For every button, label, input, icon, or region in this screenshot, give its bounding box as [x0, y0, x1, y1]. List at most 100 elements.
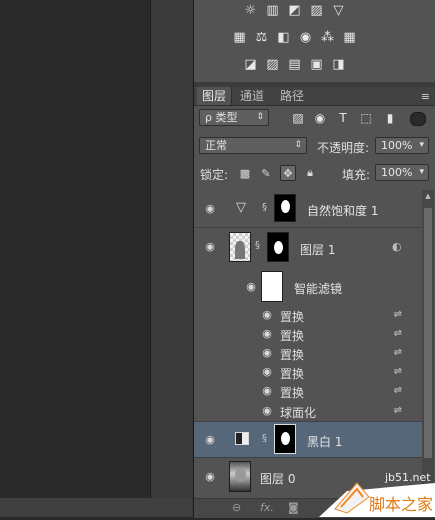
- visibility-eye-icon[interactable]: ◉: [203, 434, 217, 445]
- exposure-icon[interactable]: ▨: [308, 3, 325, 18]
- smart-filter-mask-thumbnail[interactable]: [261, 271, 283, 302]
- opacity-label: 不透明度:: [317, 141, 370, 155]
- filter-row[interactable]: ◉ 球面化 ⇌: [194, 401, 422, 422]
- selective-color-icon[interactable]: ◨: [330, 57, 347, 72]
- layer-mask-thumbnail[interactable]: [274, 194, 296, 222]
- lock-all-icon[interactable]: 🔒︎: [302, 165, 318, 181]
- filter-blending-options-icon[interactable]: ⇌: [394, 347, 402, 358]
- visibility-eye-icon[interactable]: ◉: [260, 347, 274, 358]
- panel-menu-icon[interactable]: ≡: [421, 90, 430, 103]
- opacity-input[interactable]: 100% ▾: [375, 137, 429, 154]
- layer-row-black-white[interactable]: ◉ § 黑白 1: [194, 422, 422, 458]
- visibility-eye-icon[interactable]: ◉: [244, 281, 258, 292]
- visibility-eye-icon[interactable]: ◉: [260, 309, 274, 320]
- blend-bar: 正常 ⇕ 不透明度: 100% ▾: [194, 133, 435, 159]
- vibrance-icon[interactable]: ▽: [330, 3, 347, 18]
- layer-row-vibrance[interactable]: ◉ ▽ § 自然饱和度 1: [194, 190, 422, 228]
- blend-mode-select[interactable]: 正常 ⇕: [199, 137, 307, 154]
- mask-link-icon[interactable]: §: [262, 202, 267, 213]
- filter-name[interactable]: 置换: [280, 384, 304, 401]
- layers-panel-tabs: 图层 通道 路径 ≡: [194, 87, 435, 106]
- filter-row[interactable]: ◉ 置换 ⇌: [194, 363, 422, 382]
- visibility-eye-icon[interactable]: ◉: [260, 405, 274, 416]
- visibility-eye-icon[interactable]: ◉: [203, 241, 217, 252]
- visibility-eye-icon[interactable]: ◉: [260, 328, 274, 339]
- scrollbar-thumb[interactable]: [424, 208, 432, 458]
- threshold-icon[interactable]: ▤: [286, 57, 303, 72]
- visibility-eye-icon[interactable]: ◉: [203, 203, 217, 214]
- layer-thumbnail[interactable]: [229, 461, 251, 492]
- fill-value: 100%: [381, 166, 413, 179]
- canvas-scroll-area[interactable]: [150, 0, 193, 517]
- photo-filter-icon[interactable]: ◉: [297, 30, 314, 45]
- filter-blending-options-icon[interactable]: ⇌: [394, 385, 402, 396]
- channel-mixer-icon[interactable]: ⁂: [319, 30, 336, 45]
- filter-name[interactable]: 置换: [280, 365, 304, 382]
- filter-blending-options-icon[interactable]: ⇌: [394, 328, 402, 339]
- layer-mask-thumbnail[interactable]: [274, 424, 296, 454]
- fx-icon[interactable]: fx.: [260, 501, 274, 514]
- filter-name[interactable]: 置换: [280, 346, 304, 363]
- filter-blending-options-icon[interactable]: ⇌: [394, 309, 402, 320]
- color-lookup-icon[interactable]: ▦: [341, 30, 358, 45]
- levels-icon[interactable]: ▥: [264, 3, 281, 18]
- visibility-eye-icon[interactable]: ◉: [203, 471, 217, 482]
- chevron-down-icon[interactable]: ▾: [419, 165, 424, 180]
- add-mask-icon[interactable]: ◙: [288, 501, 299, 514]
- filter-kind-select[interactable]: ρ 类型 ⇕: [199, 109, 269, 126]
- tab-layers[interactable]: 图层: [197, 87, 233, 105]
- layer-name[interactable]: 自然饱和度 1: [307, 202, 378, 219]
- tab-channels[interactable]: 通道: [235, 87, 269, 105]
- layer-thumbnail[interactable]: [229, 232, 251, 262]
- smart-object-filter-icon[interactable]: ▮: [382, 110, 398, 126]
- black-white-icon[interactable]: ◧: [275, 30, 292, 45]
- smart-filters-label[interactable]: 智能滤镜: [294, 280, 342, 297]
- layer-name[interactable]: 图层 1: [300, 241, 335, 258]
- fill-input[interactable]: 100% ▾: [375, 164, 429, 181]
- lock-image-icon[interactable]: ✎: [258, 165, 274, 181]
- lock-transparent-icon[interactable]: ▩: [237, 165, 253, 181]
- black-white-adjustment-icon: [235, 432, 249, 445]
- filter-name[interactable]: 球面化: [280, 404, 316, 421]
- scroll-up-arrow-icon[interactable]: ▲: [422, 190, 434, 202]
- curves-icon[interactable]: ◩: [286, 3, 303, 18]
- filter-name[interactable]: 置换: [280, 308, 304, 325]
- layers-scrollbar[interactable]: ▲: [422, 190, 434, 498]
- adjustment-filter-icon[interactable]: ◉: [312, 110, 328, 126]
- pixel-filter-icon[interactable]: ▨: [290, 110, 306, 126]
- layer-name[interactable]: 黑白 1: [307, 433, 342, 450]
- visibility-eye-icon[interactable]: ◉: [260, 385, 274, 396]
- document-canvas[interactable]: [0, 0, 150, 517]
- filter-row[interactable]: ◉ 置换 ⇌: [194, 306, 422, 325]
- mask-link-icon[interactable]: §: [262, 433, 267, 444]
- tab-paths[interactable]: 路径: [275, 87, 309, 105]
- smart-filter-badge-icon[interactable]: ◐: [392, 240, 402, 253]
- layer-row-layer-1[interactable]: ◉ § 图层 1 ◐: [194, 228, 422, 268]
- lock-position-icon[interactable]: ✥: [280, 165, 296, 181]
- visibility-eye-icon[interactable]: ◉: [260, 366, 274, 377]
- shape-filter-icon[interactable]: ⬚: [358, 110, 374, 126]
- smart-filters-row[interactable]: ◉ 智能滤镜: [194, 268, 422, 306]
- filter-name[interactable]: 置换: [280, 327, 304, 344]
- invert-icon[interactable]: ◪: [242, 57, 259, 72]
- filter-row[interactable]: ◉ 置换 ⇌: [194, 382, 422, 401]
- type-filter-icon[interactable]: T: [335, 110, 351, 126]
- posterize-icon[interactable]: ▨: [264, 57, 281, 72]
- mask-link-icon[interactable]: §: [255, 240, 260, 251]
- color-balance-icon[interactable]: ⚖: [253, 30, 270, 45]
- filter-toggle-switch[interactable]: [410, 112, 426, 126]
- filter-blending-options-icon[interactable]: ⇌: [394, 366, 402, 377]
- adjustments-panel: ☼ ▥ ◩ ▨ ▽ ▦ ⚖ ◧ ◉ ⁂ ▦ ◪ ▨ ▤ ▣ ◨: [194, 0, 435, 82]
- site-watermark: jb51.net 脚本之家: [317, 469, 435, 517]
- chevron-down-icon[interactable]: ▾: [419, 138, 424, 153]
- link-layers-icon[interactable]: ⊖: [232, 501, 241, 514]
- filter-row[interactable]: ◉ 置换 ⇌: [194, 325, 422, 344]
- opacity-value: 100%: [381, 139, 413, 152]
- filter-blending-options-icon[interactable]: ⇌: [394, 405, 402, 416]
- brightness-icon[interactable]: ☼: [242, 3, 259, 18]
- hue-saturation-icon[interactable]: ▦: [231, 30, 248, 45]
- filter-row[interactable]: ◉ 置换 ⇌: [194, 344, 422, 363]
- layer-name[interactable]: 图层 0: [260, 470, 295, 487]
- gradient-map-icon[interactable]: ▣: [308, 57, 325, 72]
- layer-mask-thumbnail[interactable]: [267, 232, 289, 262]
